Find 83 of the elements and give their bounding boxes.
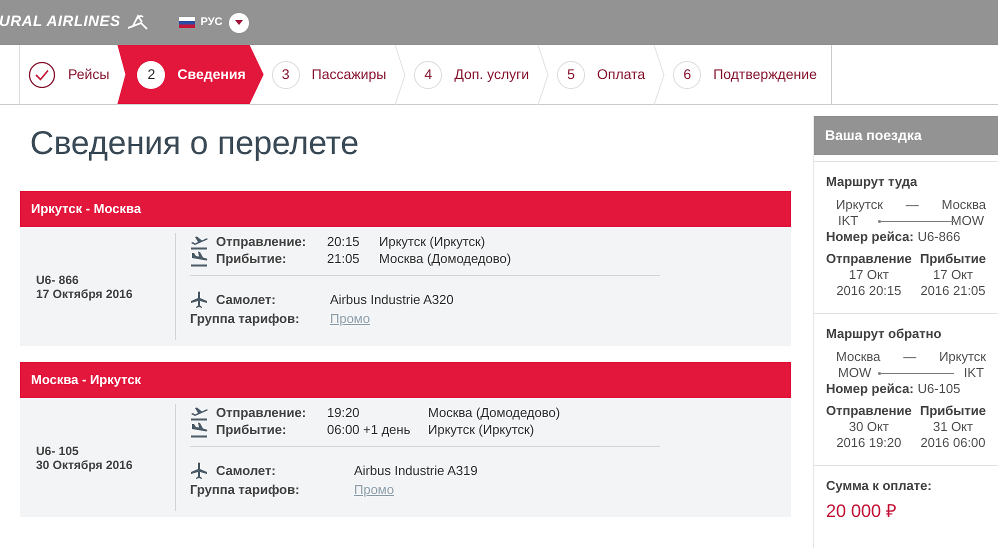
segment-header: Иркутск - Москва bbox=[20, 191, 791, 227]
date-text: 2016 21:05 bbox=[920, 283, 986, 299]
total-label: Сумма к оплате: bbox=[826, 477, 933, 495]
date-text: 30 Окт bbox=[848, 419, 890, 435]
airport-code: IKT bbox=[964, 365, 984, 381]
field-label: Отправление bbox=[826, 403, 912, 419]
field-label: Прибытие: bbox=[216, 421, 288, 438]
aircraft-text: Airbus Industrie A319 bbox=[354, 462, 478, 480]
page-title: Сведения о перелете bbox=[29, 123, 360, 163]
takeoff-icon bbox=[190, 404, 208, 420]
step-number: 3 bbox=[272, 60, 300, 88]
airport-text: Иркутск (Иркутск) bbox=[428, 421, 534, 438]
step-tab[interactable]: 4 Доп. услуги bbox=[406, 45, 538, 104]
aircraft-text: Airbus Industrie A320 bbox=[330, 291, 454, 309]
step-tab[interactable]: 6 Подтверждение bbox=[665, 45, 825, 104]
caret-icon bbox=[234, 20, 242, 25]
step-tab[interactable]: Рейсы bbox=[20, 45, 118, 104]
field-label: Отправление: bbox=[216, 404, 308, 421]
airport-text: Москва (Домодедово) bbox=[428, 404, 560, 421]
flight-number: U6- 105 bbox=[36, 444, 80, 458]
city-text: Москва bbox=[942, 197, 986, 213]
airport-code: IKT bbox=[838, 213, 858, 229]
field-label: Номер рейса: bbox=[826, 381, 914, 397]
time-text: 19:20 bbox=[327, 404, 361, 421]
landing-icon bbox=[190, 422, 208, 438]
city-text: Москва bbox=[836, 349, 880, 365]
field-label: Номер рейса: bbox=[826, 229, 914, 245]
step-tab[interactable]: 3 Пассажиры bbox=[264, 45, 394, 104]
flag-icon bbox=[178, 17, 195, 28]
field-label: Самолет: bbox=[216, 291, 277, 309]
flight-number: U6- 866 bbox=[36, 272, 80, 286]
time-text: 06:00 +1 день bbox=[327, 421, 412, 438]
segment-header: Москва - Иркутск bbox=[20, 362, 791, 398]
panel-header: Ваша поездка bbox=[814, 116, 998, 155]
step-number: 5 bbox=[557, 60, 586, 88]
step-divider bbox=[537, 45, 550, 105]
step-tab[interactable]: 5 Оплата bbox=[549, 45, 654, 104]
airport-text: Иркутск (Иркутск) bbox=[379, 233, 486, 250]
time-text: 20:15 bbox=[327, 233, 361, 250]
language-dropdown[interactable] bbox=[228, 12, 248, 32]
route-heading: Маршрут туда bbox=[826, 174, 918, 190]
total-amount: 20 000 ₽ bbox=[826, 500, 898, 522]
time-text: 21:05 bbox=[327, 250, 361, 267]
takeoff-icon bbox=[190, 234, 208, 250]
flight-number: U6-105 bbox=[918, 381, 960, 397]
date-text: 2016 19:20 bbox=[835, 435, 902, 451]
field-label: Самолет: bbox=[216, 462, 277, 480]
field-label: Прибытие bbox=[920, 403, 986, 419]
check-icon bbox=[28, 60, 56, 88]
dash-text: — bbox=[903, 349, 916, 365]
field-label: Отправление bbox=[826, 251, 912, 267]
airport-text: Москва (Домодедово) bbox=[379, 250, 512, 267]
step-divider bbox=[394, 45, 406, 105]
flight-date: 17 Октября 2016 bbox=[36, 286, 134, 300]
city-text: Иркутск bbox=[939, 349, 986, 365]
dash-text: — bbox=[906, 197, 919, 213]
date-text: 2016 06:00 bbox=[920, 435, 986, 451]
field-label: Прибытие: bbox=[216, 250, 288, 267]
route-heading: Маршрут обратно bbox=[826, 326, 942, 342]
step-tab[interactable]: 2 Сведения bbox=[117, 45, 264, 104]
date-text: 17 Окт bbox=[848, 267, 890, 283]
flight-number: U6-866 bbox=[918, 229, 960, 245]
airplane-icon bbox=[190, 290, 208, 308]
language-text: РУС bbox=[200, 15, 222, 30]
airplane-icon bbox=[190, 462, 208, 480]
city-text: Иркутск bbox=[836, 197, 883, 213]
landing-icon bbox=[190, 250, 208, 266]
step-number: 6 bbox=[673, 60, 702, 88]
date-text: 31 Окт bbox=[932, 419, 974, 435]
logo-icon bbox=[126, 14, 149, 32]
field-label: Группа тарифов: bbox=[190, 481, 300, 499]
date-text: 17 Окт bbox=[932, 267, 974, 283]
step-number: 2 bbox=[137, 60, 166, 88]
field-label: Группа тарифов: bbox=[190, 310, 300, 328]
step-number: 4 bbox=[414, 60, 442, 88]
airport-code: MOW bbox=[838, 365, 872, 381]
field-label: Отправление: bbox=[216, 233, 308, 250]
date-text: 2016 20:15 bbox=[835, 283, 902, 299]
step-divider bbox=[653, 45, 666, 105]
field-label: Прибытие bbox=[920, 251, 986, 267]
logo-text: URAL AIRLINES bbox=[0, 12, 121, 32]
airport-code: MOW bbox=[950, 213, 984, 229]
flight-date: 30 Октября 2016 bbox=[36, 458, 134, 472]
